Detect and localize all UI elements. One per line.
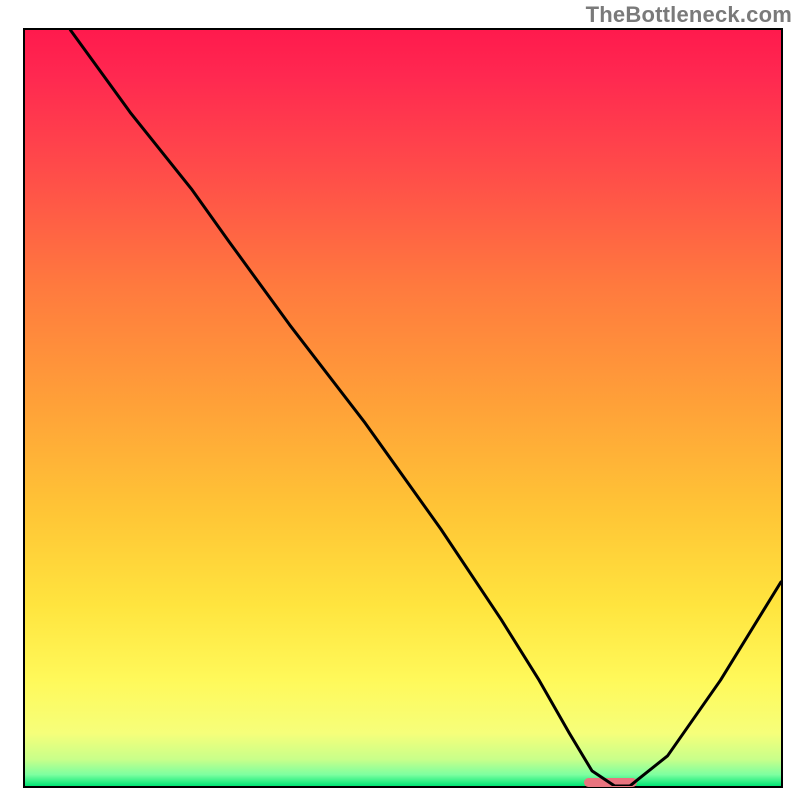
plot-area	[23, 28, 783, 788]
watermark-text: TheBottleneck.com	[586, 2, 792, 28]
chart-frame: TheBottleneck.com	[0, 0, 800, 800]
bottleneck-curve	[25, 30, 781, 786]
